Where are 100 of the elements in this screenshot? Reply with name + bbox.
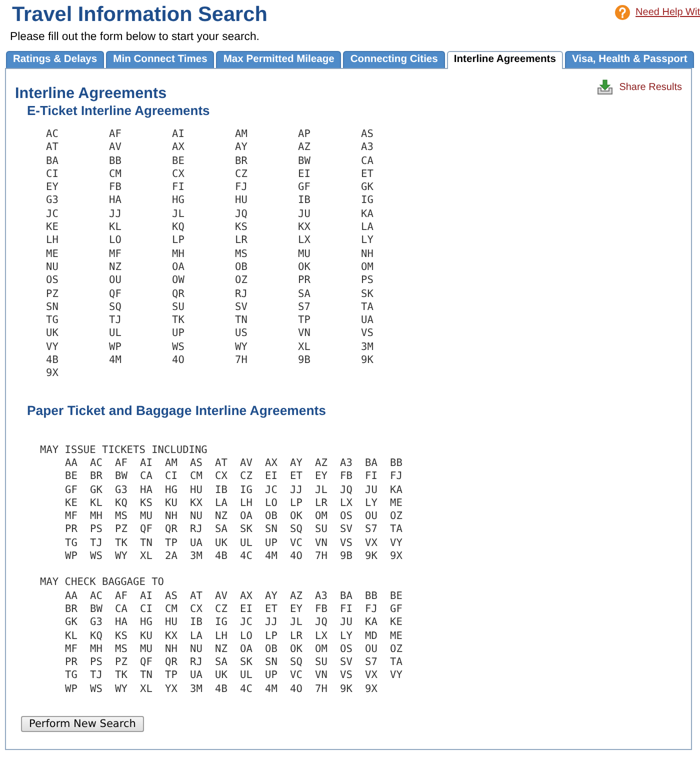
airline-code: TN <box>235 314 248 328</box>
help-link[interactable]: Need Help Wit <box>636 7 700 18</box>
airline-code: SN <box>46 300 60 314</box>
airline-code: LX <box>315 630 328 643</box>
airline-code: KE <box>65 496 78 510</box>
airline-code: KE <box>46 221 60 234</box>
airline-code: VN <box>315 536 328 550</box>
airline-code: 9B <box>298 354 312 368</box>
airline-code: BA <box>340 590 354 603</box>
airline-code: NZ <box>215 642 228 656</box>
airline-code: MS <box>115 642 128 656</box>
instructions-text: Please fill out the form below to start your search. <box>9 30 260 45</box>
download-tray-icon[interactable] <box>597 79 614 95</box>
airline-code: UL <box>240 669 254 683</box>
airline-code: VS <box>340 536 354 550</box>
airline-code: ET <box>361 168 374 182</box>
help-icon[interactable] <box>614 5 630 20</box>
airline-code: BE <box>390 590 404 603</box>
airline-code: SK <box>240 523 254 537</box>
airline-code: PS <box>90 656 104 670</box>
airline-code: EY <box>46 181 60 194</box>
airline-code: BR <box>235 154 248 168</box>
airline-code: VC <box>290 669 304 683</box>
airline-code: 4M <box>109 354 122 368</box>
share-results-link[interactable]: Share Results <box>619 82 682 92</box>
airline-code: LH <box>46 234 60 248</box>
airline-code: 4B <box>215 550 228 564</box>
airline-code: LP <box>290 496 304 510</box>
subsection-heading: E-Ticket Interline Agreements <box>27 103 211 119</box>
new-search-button[interactable]: Perform New Search <box>21 716 144 732</box>
airline-code: VY <box>46 340 60 354</box>
airline-code: A3 <box>361 141 374 155</box>
airline-code: OK <box>298 260 312 274</box>
airline-code: BE <box>172 154 186 168</box>
airline-code: VS <box>361 327 374 341</box>
airline-code: BE <box>65 470 78 484</box>
tab[interactable]: Interline Agreements <box>446 51 563 69</box>
airline-code: CX <box>190 602 204 616</box>
airline-code: GK <box>65 616 78 630</box>
airline-code: AI <box>140 590 154 603</box>
airline-code: MH <box>90 642 104 656</box>
airline-code: ME <box>390 630 404 643</box>
airline-code: 4B <box>215 682 228 696</box>
tab[interactable]: Connecting Cities <box>343 51 445 68</box>
airline-code: UA <box>190 536 204 550</box>
airline-code: TJ <box>90 669 104 683</box>
airline-code: 7H <box>315 682 328 696</box>
airline-code: VX <box>365 669 378 683</box>
airline-code: SK <box>361 288 374 301</box>
group-label: MAY CHECK BAGGAGE TO <box>40 576 165 590</box>
airline-code: KS <box>235 221 248 234</box>
airline-code: 4C <box>240 682 254 696</box>
airline-code: 2A <box>165 550 178 564</box>
airline-code: AS <box>190 456 204 470</box>
airline-code: PZ <box>115 656 128 670</box>
tab[interactable]: Ratings & Delays <box>6 51 104 68</box>
airline-code: JL <box>315 484 328 497</box>
airline-code: AT <box>215 456 228 470</box>
airline-code: KL <box>90 496 104 510</box>
airline-code: LX <box>340 496 354 510</box>
airline-code: UP <box>265 536 278 550</box>
airline-code: 9X <box>46 367 60 381</box>
airline-code: UA <box>190 669 204 683</box>
airline-code: HU <box>235 194 248 208</box>
airline-code: TG <box>65 536 78 550</box>
airline-code: WY <box>115 682 128 696</box>
airline-code: 9K <box>361 354 374 368</box>
airline-code: KS <box>140 496 154 510</box>
tab[interactable]: Min Connect Times <box>106 51 214 68</box>
airline-code: PR <box>298 274 312 288</box>
tab[interactable]: Visa, Health & Passport <box>564 51 694 68</box>
airline-code: BA <box>46 154 60 168</box>
group-label: MAY ISSUE TICKETS INCLUDING <box>40 444 208 457</box>
airline-code: BR <box>65 602 78 616</box>
airline-code: AX <box>240 590 254 603</box>
airline-code: UL <box>109 327 122 341</box>
airline-code: CI <box>140 602 154 616</box>
airline-code: GF <box>390 602 404 616</box>
airline-code: SV <box>340 656 354 670</box>
airline-code: WS <box>90 682 104 696</box>
airline-code: UK <box>46 327 60 341</box>
airline-code: MH <box>172 248 186 261</box>
airline-code: AX <box>265 456 278 470</box>
airline-code: CA <box>140 470 154 484</box>
airline-code: QF <box>140 656 154 670</box>
airline-code: CZ <box>240 470 254 484</box>
airline-code: FB <box>340 470 354 484</box>
airline-code: NZ <box>215 510 228 524</box>
airline-code: BR <box>90 470 104 484</box>
airline-code: 9X <box>390 550 404 564</box>
tab[interactable]: Max Permitted Mileage <box>216 51 342 68</box>
airline-code: AT <box>190 590 204 603</box>
airline-code: KQ <box>115 496 128 510</box>
airline-code: PS <box>90 523 104 537</box>
airline-code: NH <box>165 510 178 524</box>
airline-code: 7H <box>235 354 248 368</box>
airline-code: AM <box>165 456 178 470</box>
airline-code: JL <box>172 208 186 222</box>
airline-code: SU <box>172 300 186 314</box>
airline-code: AX <box>172 141 186 155</box>
